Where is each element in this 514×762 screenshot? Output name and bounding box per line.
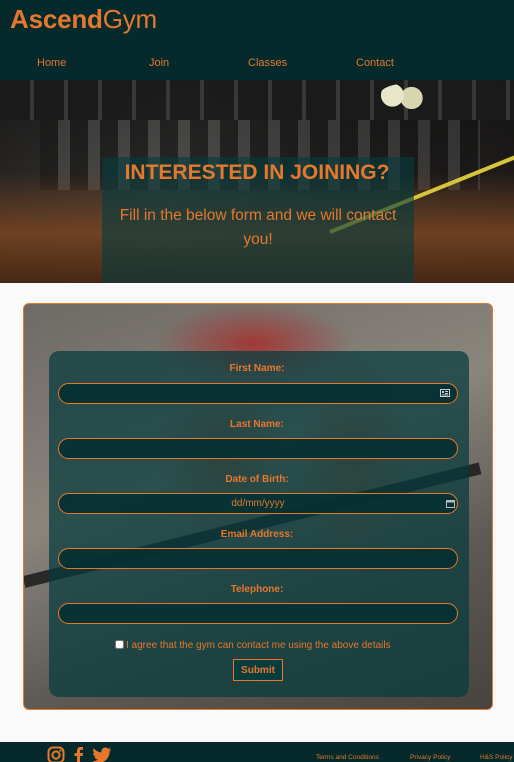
twitter-icon[interactable] [92, 746, 112, 762]
first-name-label: First Name: [229, 363, 285, 374]
instagram-icon[interactable] [47, 746, 65, 762]
calendar-icon[interactable] [446, 499, 455, 510]
email-input[interactable] [58, 548, 458, 569]
consent-text: I agree that the gym can contact me usin… [126, 640, 391, 651]
hero-subtitle: Fill in the below form and we will conta… [119, 207, 397, 248]
dob-label: Date of Birth: [225, 474, 289, 485]
site-footer: Terms and Conditions Privacy Policy H&S … [0, 742, 514, 762]
dob-input[interactable] [58, 493, 458, 514]
consent-checkbox[interactable] [115, 640, 124, 649]
hero-ceiling [0, 80, 514, 120]
nav-item-join[interactable]: Join [149, 57, 169, 69]
nav-item-home[interactable]: Home [37, 57, 66, 69]
facebook-icon[interactable] [72, 746, 84, 762]
contact-card-icon[interactable] [440, 389, 450, 399]
brand-name-bold: Ascend [10, 4, 103, 34]
nav-item-contact[interactable]: Contact [356, 57, 394, 69]
last-name-input[interactable] [58, 438, 458, 459]
first-name-input[interactable] [58, 383, 458, 404]
submit-button[interactable]: Submit [233, 659, 283, 681]
last-name-label: Last Name: [230, 419, 284, 430]
nav-item-classes[interactable]: Classes [248, 57, 287, 69]
main-nav: Home Join Classes Contact [0, 57, 514, 73]
email-label: Email Address: [220, 529, 294, 540]
balloons-decoration [378, 84, 426, 112]
telephone-label: Telephone: [230, 584, 284, 595]
footer-link-privacy[interactable]: Privacy Policy [410, 754, 450, 761]
consent-row[interactable]: I agree that the gym can contact me usin… [115, 640, 391, 651]
hero-title: INTERESTED IN JOINING? [124, 161, 390, 184]
brand-logo[interactable]: AscendGym [10, 4, 157, 35]
telephone-input[interactable] [58, 603, 458, 624]
site-header: AscendGym Home Join Classes Contact [0, 0, 514, 80]
brand-name-light: Gym [102, 4, 158, 34]
footer-link-terms[interactable]: Terms and Conditions [316, 754, 379, 761]
footer-link-hs[interactable]: H&S Policy [480, 754, 513, 761]
